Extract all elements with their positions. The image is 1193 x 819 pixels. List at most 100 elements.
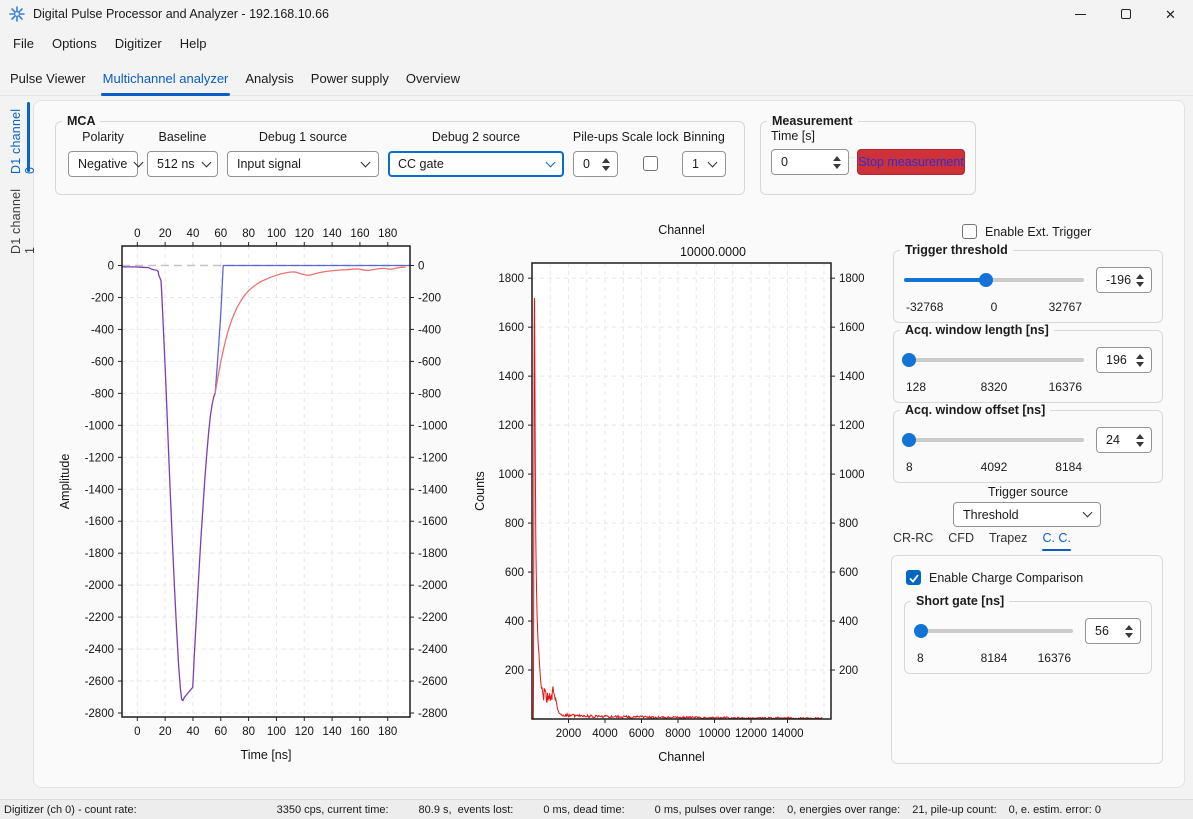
svg-text:120: 120 <box>295 726 314 738</box>
acq-window-length-group: Acq. window length [ns] 196 128 8320 163… <box>893 323 1163 403</box>
svg-text:-200: -200 <box>91 292 114 304</box>
debug2-source-dropdown[interactable]: CC gate <box>388 151 564 177</box>
svg-text:10000.0000: 10000.0000 <box>680 245 746 259</box>
slider-handle[interactable] <box>902 353 916 367</box>
mca-group: MCA Polarity Negative Baseline 512 ns De… <box>55 114 745 195</box>
svg-text:2000: 2000 <box>556 728 582 740</box>
svg-text:Amplitude: Amplitude <box>58 454 72 510</box>
svg-text:Counts: Counts <box>473 471 487 511</box>
acq-window-offset-spinner[interactable]: 24 <box>1096 427 1152 453</box>
svg-text:-2600: -2600 <box>85 676 114 688</box>
svg-text:0: 0 <box>134 726 140 738</box>
polarity-label: Polarity <box>82 130 124 144</box>
maximize-button[interactable] <box>1103 0 1148 28</box>
close-button[interactable]: ✕ <box>1148 0 1193 28</box>
channel-tab-d1-ch1[interactable]: D1 channel 1 <box>9 182 37 254</box>
channel-tab-d1-ch0[interactable]: D1 channel 0 <box>9 102 37 174</box>
menu-file[interactable]: File <box>4 32 43 55</box>
svg-text:40: 40 <box>187 726 200 738</box>
pileups-value: 0 <box>583 157 590 171</box>
debug1-source-dropdown[interactable]: Input signal <box>227 151 379 177</box>
minimize-button[interactable] <box>1058 0 1103 28</box>
spinner-arrows-icon[interactable] <box>1125 625 1133 638</box>
charge-comparison-row: Enable Charge Comparison <box>906 570 1083 585</box>
svg-text:20: 20 <box>159 228 172 240</box>
polarity-value: Negative <box>78 157 127 171</box>
baseline-label: Baseline <box>159 130 207 144</box>
svg-text:1200: 1200 <box>839 420 865 432</box>
app-icon <box>9 6 25 22</box>
status-pileup-count: 21, pile-up count: <box>912 804 996 816</box>
svg-text:Channel: Channel <box>658 223 705 237</box>
svg-text:-2800: -2800 <box>85 708 114 720</box>
svg-text:1600: 1600 <box>839 322 865 334</box>
spinner-arrows-icon[interactable] <box>1136 434 1144 447</box>
polarity-dropdown[interactable]: Negative <box>68 151 138 177</box>
trigger-source-dropdown[interactable]: Threshold <box>953 502 1101 527</box>
svg-text:-1000: -1000 <box>418 420 447 432</box>
spinner-arrows-icon[interactable] <box>602 158 610 171</box>
slider-handle[interactable] <box>979 273 993 287</box>
slider-max-label: 32767 <box>1049 300 1082 314</box>
ext-trigger-label: Enable Ext. Trigger <box>985 225 1091 239</box>
spinner-arrows-icon[interactable] <box>1136 274 1144 287</box>
tab-pulse-viewer[interactable]: Pulse Viewer <box>8 69 88 88</box>
trigger-threshold-slider[interactable] <box>904 273 1084 287</box>
svg-text:200: 200 <box>839 665 858 677</box>
tab-overview[interactable]: Overview <box>404 69 462 88</box>
slider-mid-label: 4092 <box>981 460 1008 474</box>
slider-mid-label: 8184 <box>981 651 1008 665</box>
binning-dropdown[interactable]: 1 <box>682 151 726 177</box>
svg-text:6000: 6000 <box>629 728 655 740</box>
spinner-arrows-icon[interactable] <box>833 156 841 169</box>
svg-text:-1200: -1200 <box>418 452 447 464</box>
svg-text:160: 160 <box>350 726 369 738</box>
chevron-down-icon <box>546 157 556 167</box>
scale-lock-checkbox[interactable] <box>643 156 658 171</box>
trigger-threshold-spinner[interactable]: -196 <box>1096 267 1152 293</box>
svg-text:1000: 1000 <box>498 469 524 481</box>
tab-analysis[interactable]: Analysis <box>243 69 295 88</box>
menu-help[interactable]: Help <box>171 32 216 55</box>
svg-text:10000: 10000 <box>699 728 731 740</box>
tab-multichannel-analyzer[interactable]: Multichannel analyzer <box>101 69 231 88</box>
acq-window-length-slider[interactable] <box>904 353 1084 367</box>
svg-text:Channel: Channel <box>658 750 705 764</box>
menu-bar: File Options Digitizer Help <box>0 30 215 56</box>
trigger-source-value: Threshold <box>963 508 1019 522</box>
pileups-spinner[interactable]: 0 <box>573 151 618 177</box>
short-gate-slider[interactable] <box>915 624 1073 638</box>
ext-trigger-checkbox[interactable] <box>962 224 977 239</box>
tab-cr-rc[interactable]: CR-RC <box>893 531 933 549</box>
tab-cfd[interactable]: CFD <box>948 531 974 549</box>
time-spinner[interactable]: 0 <box>771 149 849 175</box>
ext-trigger-row: Enable Ext. Trigger <box>962 224 1091 239</box>
tab-trapez[interactable]: Trapez <box>989 531 1027 549</box>
svg-text:80: 80 <box>242 228 255 240</box>
short-gate-spinner[interactable]: 56 <box>1085 618 1141 644</box>
acq-window-offset-slider[interactable] <box>904 433 1084 447</box>
menu-options[interactable]: Options <box>43 32 106 55</box>
tab-charge-comparison[interactable]: C. C. <box>1042 531 1070 549</box>
charge-comparison-checkbox[interactable] <box>906 570 921 585</box>
status-estim-error: 0, e. estim. error: 0 <box>1009 804 1101 816</box>
acq-window-offset-legend: Acq. window offset [ns] <box>900 403 1050 417</box>
spinner-arrows-icon[interactable] <box>1136 354 1144 367</box>
measurement-group-legend: Measurement <box>767 114 858 128</box>
slider-handle[interactable] <box>902 433 916 447</box>
acq-window-length-spinner[interactable]: 196 <box>1096 347 1152 373</box>
waveform-chart[interactable]: 0020204040606080801001001201201401401601… <box>55 220 460 785</box>
menu-digitizer[interactable]: Digitizer <box>106 32 171 55</box>
channel-tab-indicator <box>27 102 30 172</box>
acq-window-length-value: 196 <box>1106 353 1127 367</box>
measurement-group: Measurement Time [s] 0 Stop measurement <box>760 114 976 195</box>
slider-handle[interactable] <box>914 624 928 638</box>
svg-text:1000: 1000 <box>839 469 865 481</box>
spectrum-chart[interactable]: 2000400060008000100001200014000200200400… <box>460 220 880 785</box>
binning-value: 1 <box>692 157 699 171</box>
svg-text:Time [ns]: Time [ns] <box>241 748 292 762</box>
tab-power-supply[interactable]: Power supply <box>309 69 391 88</box>
stop-measurement-button[interactable]: Stop measurement <box>857 149 965 175</box>
pileups-label: Pile-ups <box>573 130 618 144</box>
baseline-dropdown[interactable]: 512 ns <box>147 151 218 177</box>
